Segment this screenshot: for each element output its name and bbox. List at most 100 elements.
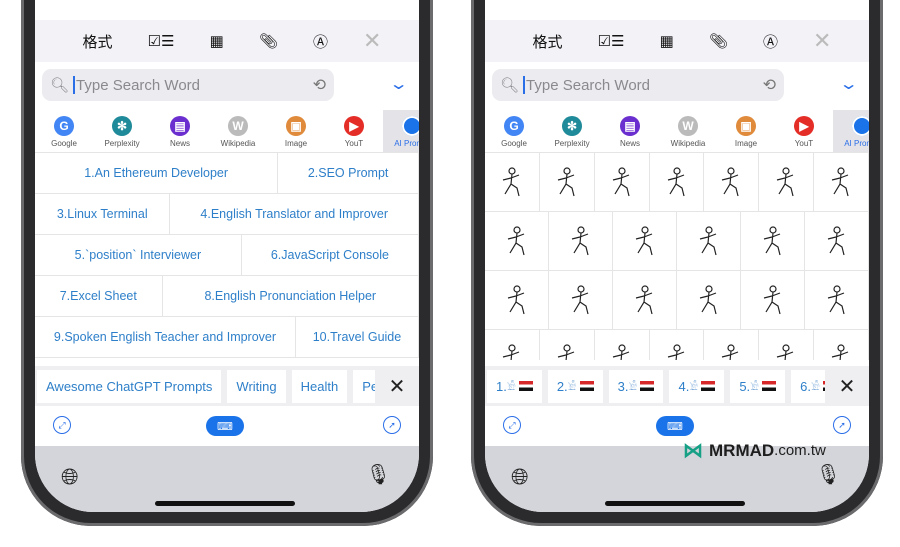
source-wikipedia[interactable]: W Wikipedia: [659, 110, 717, 152]
hieroglyph-item[interactable]: [677, 271, 741, 329]
hieroglyph-item[interactable]: [677, 212, 741, 270]
prompt-item[interactable]: 2.SEO Prompt: [278, 153, 419, 193]
pen-markup-icon[interactable]: Ⓐ: [763, 31, 778, 52]
hieroglyph-item[interactable]: [549, 212, 613, 270]
hieroglyph-item[interactable]: [814, 153, 869, 211]
tag-item[interactable]: 5. 𓀀: [730, 369, 786, 403]
source-news[interactable]: ▤ News: [151, 110, 209, 152]
tag-item[interactable]: Writing: [227, 369, 286, 403]
source-google[interactable]: G Google: [35, 110, 93, 152]
hieroglyph-item[interactable]: [759, 153, 815, 211]
prompt-item[interactable]: 8.English Pronunciation Helper: [163, 276, 419, 316]
text-caret: [523, 76, 526, 94]
table-icon[interactable]: ▦: [660, 32, 674, 50]
source-ai-prompt[interactable]: AI Prompt: [383, 110, 419, 152]
checklist-icon[interactable]: ☑☰: [598, 32, 625, 50]
prompt-item[interactable]: 1.An Ethereum Developer: [35, 153, 279, 193]
expand-icon[interactable]: ⤢: [503, 416, 521, 434]
source-perplexity[interactable]: ✻ Perplexity: [93, 110, 151, 152]
globe-icon[interactable]: 🌐︎: [511, 464, 529, 490]
tag-item[interactable]: 2. 𓀀: [547, 369, 603, 403]
tag-item[interactable]: 4. 𓀀: [669, 369, 725, 403]
hieroglyph-item[interactable]: [540, 330, 595, 360]
source-image[interactable]: ▣ Image: [267, 110, 325, 152]
hieroglyph-glyph: 𓀀: [628, 382, 638, 393]
checklist-icon[interactable]: ☑☰: [148, 32, 175, 50]
microphone-icon[interactable]: 🎙︎: [366, 462, 391, 487]
format-button[interactable]: 格式: [533, 31, 563, 52]
prompt-item[interactable]: 6.JavaScript Console: [242, 235, 419, 275]
expand-icon[interactable]: ⤢: [53, 416, 71, 434]
tag-item[interactable]: 3. 𓀀: [608, 369, 664, 403]
source-google[interactable]: G Google: [485, 110, 543, 152]
hieroglyph-item[interactable]: [613, 271, 677, 329]
tag-bar: Awesome ChatGPT PromptsWritingHealthPers…: [35, 366, 419, 406]
source-news[interactable]: ▤ News: [601, 110, 659, 152]
chevron-down-icon[interactable]: ⌄: [838, 74, 858, 94]
source-label: AI Prompt: [394, 139, 419, 148]
tag-number: 2.: [556, 378, 568, 394]
search-input[interactable]: 🔍︎ Type Search Word ⟲: [42, 69, 334, 101]
hieroglyph-item[interactable]: [805, 212, 869, 270]
hieroglyph-glyph: 𓀀: [567, 382, 577, 393]
perplexity-icon: ✻: [112, 116, 132, 136]
pen-markup-icon[interactable]: Ⓐ: [313, 31, 328, 52]
close-tags-icon[interactable]: ✕: [375, 366, 419, 406]
hieroglyph-item[interactable]: [650, 153, 705, 211]
prompt-item[interactable]: 10.Travel Guide: [296, 317, 419, 357]
keyboard-toggle-button[interactable]: ⌨: [206, 416, 244, 436]
chevron-down-icon[interactable]: ⌄: [388, 74, 408, 94]
content-grid: [485, 153, 869, 360]
close-icon[interactable]: ✕: [813, 28, 831, 54]
hieroglyph-item[interactable]: [485, 271, 549, 329]
hieroglyph-item[interactable]: [704, 330, 760, 360]
prompt-item[interactable]: 3.Linux Terminal: [35, 194, 171, 234]
prompt-item[interactable]: 4.English Translator and Improver: [170, 194, 419, 234]
keyboard-toggle-button[interactable]: ⌨: [656, 416, 694, 436]
google-icon: G: [54, 116, 74, 136]
close-icon[interactable]: ✕: [363, 28, 381, 54]
tag-item[interactable]: 1. 𓀀: [487, 369, 542, 403]
hieroglyph-item[interactable]: [485, 212, 549, 270]
egypt-flag-icon: [762, 381, 777, 391]
source-wikipedia[interactable]: W Wikipedia: [209, 110, 267, 152]
source-yout[interactable]: ▶ YouT: [325, 110, 383, 152]
compass-icon[interactable]: ➚: [833, 416, 851, 434]
hieroglyph-item[interactable]: [741, 271, 805, 329]
paperclip-icon[interactable]: 📎︎: [259, 32, 278, 50]
hieroglyph-item[interactable]: [540, 153, 595, 211]
prompt-item[interactable]: 5.`position` Interviewer: [35, 235, 242, 275]
hieroglyph-item[interactable]: [759, 330, 815, 360]
source-perplexity[interactable]: ✻ Perplexity: [543, 110, 601, 152]
source-image[interactable]: ▣ Image: [717, 110, 775, 152]
source-yout[interactable]: ▶ YouT: [775, 110, 833, 152]
hieroglyph-item[interactable]: [650, 330, 705, 360]
hieroglyph-item[interactable]: [704, 153, 760, 211]
history-icon[interactable]: ⟲: [763, 75, 776, 95]
table-icon[interactable]: ▦: [210, 32, 224, 50]
close-tags-icon[interactable]: ✕: [825, 366, 869, 406]
hieroglyph-item[interactable]: [595, 153, 650, 211]
source-ai-prompt[interactable]: AI Prompt: [833, 110, 869, 152]
globe-icon[interactable]: 🌐︎: [61, 464, 79, 490]
prompt-item[interactable]: 9.Spoken English Teacher and Improver: [35, 317, 296, 357]
hieroglyph-item[interactable]: [549, 271, 613, 329]
hieroglyph-item[interactable]: [814, 330, 869, 360]
history-icon[interactable]: ⟲: [313, 75, 326, 95]
compass-icon[interactable]: ➚: [383, 416, 401, 434]
tag-item[interactable]: Health: [291, 369, 348, 403]
hieroglyph-item[interactable]: [805, 271, 869, 329]
microphone-icon[interactable]: 🎙︎: [816, 462, 841, 487]
format-button[interactable]: 格式: [83, 31, 113, 52]
hieroglyph-item[interactable]: [485, 153, 540, 211]
source-label: AI Prompt: [844, 139, 869, 148]
prompt-item[interactable]: 7.Excel Sheet: [35, 276, 163, 316]
tag-item[interactable]: Awesome ChatGPT Prompts: [37, 369, 222, 403]
hieroglyph-item[interactable]: [485, 330, 540, 360]
hieroglyph-item[interactable]: [613, 212, 677, 270]
search-input[interactable]: 🔍︎ Type Search Word ⟲: [492, 69, 784, 101]
hieroglyph-item[interactable]: [741, 212, 805, 270]
paperclip-icon[interactable]: 📎︎: [709, 32, 728, 50]
source-label: Perplexity: [554, 139, 590, 148]
hieroglyph-item[interactable]: [595, 330, 650, 360]
